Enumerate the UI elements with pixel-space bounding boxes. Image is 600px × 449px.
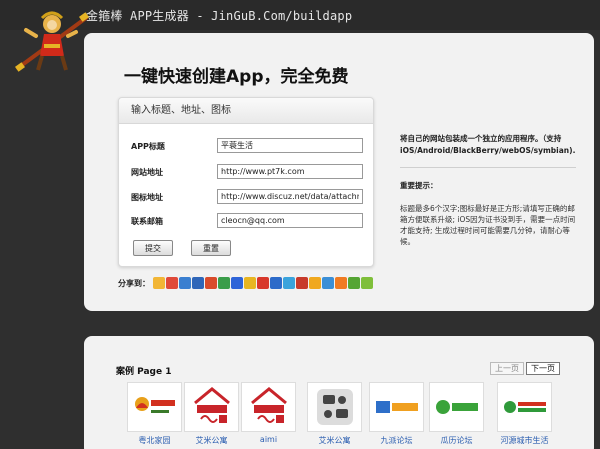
email-label: 联系邮箱 — [131, 217, 163, 226]
msn-icon[interactable] — [283, 277, 295, 289]
email-input[interactable] — [217, 213, 363, 228]
share-icon-list — [153, 277, 373, 289]
icon-url-input[interactable] — [217, 189, 363, 204]
top-bar: 金箍棒 APP生成器 - JinGuB.Com/buildapp — [0, 0, 600, 30]
jiupai-logo-icon — [375, 401, 418, 413]
site-url-input[interactable] — [217, 164, 363, 179]
app-description: 将自己的网站包装成一个独立的应用程序。（支持iOS/Android/BlackB… — [400, 134, 576, 155]
reset-button[interactable]: 重置 — [191, 240, 231, 256]
aimi-apartment-logo-icon — [193, 387, 230, 423]
tips-text: 标题最多6个汉字;图标最好是正方形;请填写正确的邮箱方便联系升级; iOS因为证… — [400, 204, 576, 246]
case-item[interactable]: 艾米公寓 — [307, 382, 362, 446]
case-item[interactable]: 九派论坛 — [369, 382, 424, 446]
prev-page-button[interactable]: 上一页 — [490, 362, 524, 375]
app-title-label: APP标题 — [131, 142, 165, 151]
next-page-button[interactable]: 下一页 — [526, 362, 560, 375]
case-label: 河源城市生活 — [500, 436, 549, 445]
icon-url-label: 图标地址 — [131, 193, 163, 202]
guali-logo-icon — [435, 400, 478, 414]
share-bar: 分享到： — [118, 276, 373, 290]
case-label: 瓜历论坛 — [440, 436, 473, 445]
star-icon[interactable] — [309, 277, 321, 289]
163-icon[interactable] — [270, 277, 282, 289]
case-item[interactable]: 艾米公寓 — [184, 382, 239, 446]
taobao-icon[interactable] — [335, 277, 347, 289]
sohu-icon[interactable] — [257, 277, 269, 289]
case-label: 艾米公寓 — [318, 436, 351, 445]
case-item[interactable]: aimi — [241, 382, 296, 444]
form-section-title: 输入标题、地址、图标 — [119, 98, 373, 124]
case-item[interactable]: 河源城市生活 — [497, 382, 552, 446]
build-form-card: 输入标题、地址、图标 APP标题 网站地址 图标地址 联系邮箱 提交 重置 — [118, 97, 374, 267]
submit-button[interactable]: 提交 — [133, 240, 173, 256]
case-label: aimi — [259, 435, 278, 444]
more-icon[interactable] — [361, 277, 373, 289]
site-title: 金箍棒 APP生成器 - JinGuB.Com/buildapp — [86, 9, 353, 23]
chat-app-icon — [316, 389, 353, 425]
douban-icon[interactable] — [218, 277, 230, 289]
info-divider — [400, 167, 576, 168]
case-label: 九派论坛 — [380, 436, 413, 445]
monkey-king-logo-icon — [15, 11, 89, 72]
sina-weibo-icon[interactable] — [166, 277, 178, 289]
qzone-icon[interactable] — [153, 277, 165, 289]
kaixin-icon[interactable] — [205, 277, 217, 289]
case-item[interactable]: 粤北家园 — [127, 382, 182, 446]
netease-icon[interactable] — [296, 277, 308, 289]
tips-title: 重要提示： — [400, 181, 438, 190]
case-label: 粤北家园 — [138, 436, 171, 445]
aimi-logo-icon — [250, 387, 287, 423]
info-column: 将自己的网站包装成一个独立的应用程序。（支持iOS/Android/BlackB… — [400, 133, 576, 247]
weixin-icon[interactable] — [348, 277, 360, 289]
builder-panel: 一键快速创建App，完全免费 输入标题、地址、图标 APP标题 网站地址 图标地… — [84, 33, 594, 311]
share-label: 分享到： — [118, 278, 150, 288]
tencent-weibo-icon[interactable] — [179, 277, 191, 289]
page-headline: 一键快速创建App，完全免费 — [124, 67, 349, 87]
case-item[interactable]: 瓜历论坛 — [429, 382, 484, 446]
mail-icon[interactable] — [244, 277, 256, 289]
cases-panel: 案例 Page 1 上一页 下一页 粤北家园 艾米公寓 aimi 艾米公寓 九派… — [84, 336, 594, 449]
baidu-icon[interactable] — [231, 277, 243, 289]
case-label: 艾米公寓 — [195, 436, 228, 445]
renren-icon[interactable] — [192, 277, 204, 289]
app-title-input[interactable] — [217, 138, 363, 153]
heyuan-logo-icon — [503, 401, 546, 413]
bookmark-icon[interactable] — [322, 277, 334, 289]
cases-title: 案例 Page 1 — [116, 367, 172, 377]
site-url-label: 网站地址 — [131, 168, 163, 177]
yuebei-logo-icon — [134, 397, 175, 413]
